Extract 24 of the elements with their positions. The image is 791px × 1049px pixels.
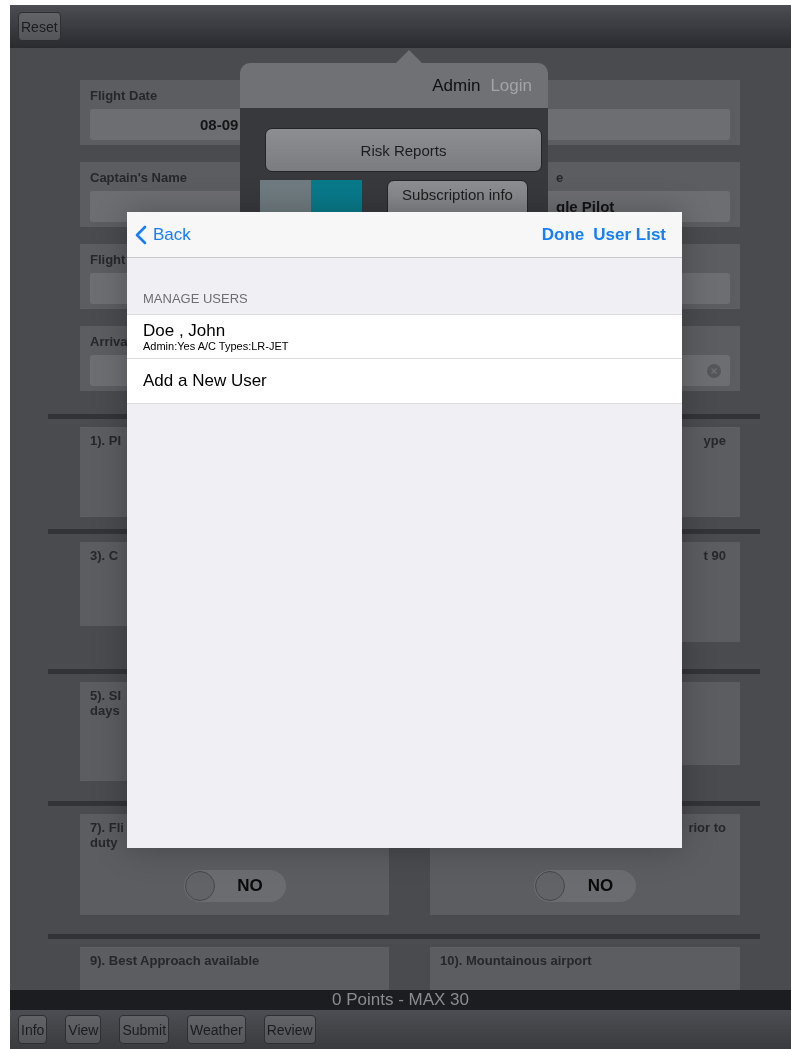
nav-action-button[interactable]: User List	[593, 224, 666, 245]
nav-action-button[interactable]: Done	[541, 224, 585, 245]
toolbar-button[interactable]: Review	[263, 1015, 316, 1044]
question-text: duty	[90, 835, 118, 850]
toggle-switch[interactable]: NO	[534, 870, 636, 902]
list-row[interactable]: Add a New User	[127, 359, 682, 403]
row-title: Doe , John	[143, 321, 226, 340]
back-button[interactable]: Back	[135, 224, 191, 245]
list-row[interactable]: Doe , John Admin:Yes A/C Types:LR-JET	[127, 315, 682, 359]
menu-button[interactable]: Risk Reports	[265, 128, 542, 172]
question-text: ype	[703, 433, 726, 448]
toolbar-button[interactable]: Weather	[187, 1015, 246, 1044]
section-header: MANAGE USERS	[143, 291, 248, 306]
reset-button[interactable]: Reset	[18, 12, 61, 41]
points-status: 0 Points - MAX 30	[10, 990, 791, 1010]
toolbar-button[interactable]: Info	[18, 1015, 48, 1044]
row-title: Add a New User	[143, 371, 267, 391]
field-value: 08-09	[199, 116, 239, 133]
chevron-left-icon	[135, 224, 147, 245]
toggle-switch[interactable]: NO	[183, 870, 286, 902]
toolbar-button[interactable]: Submit	[119, 1015, 170, 1044]
toolbar-button[interactable]: View	[65, 1015, 102, 1044]
row-subtitle: Admin:Yes A/C Types:LR-JET	[143, 340, 289, 352]
segment-tab[interactable]: Admin	[432, 75, 481, 96]
